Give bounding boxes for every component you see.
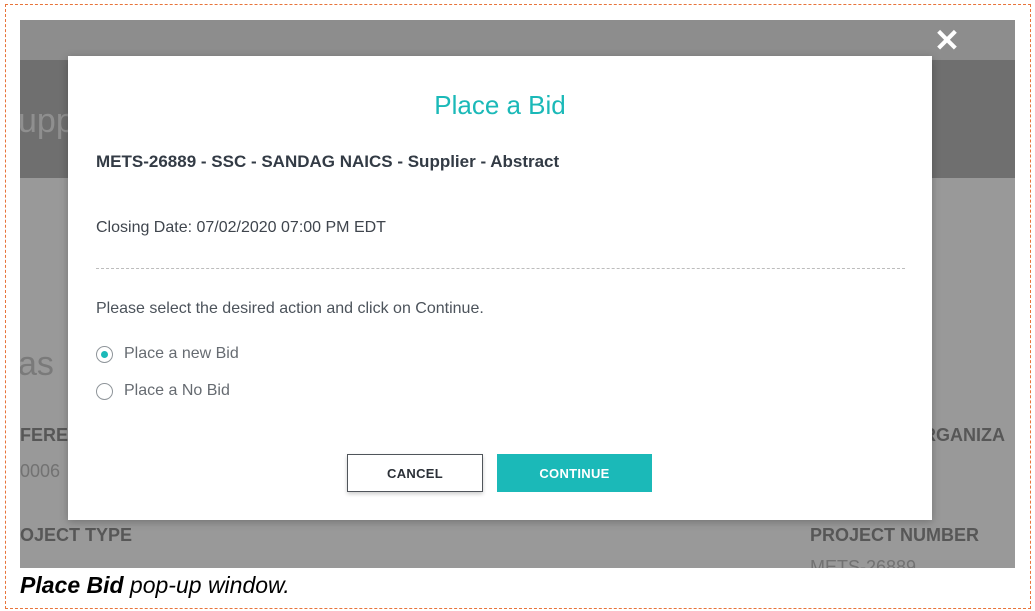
project-title: METS-26889 - SSC - SANDAG NAICS - Suppli…: [96, 152, 560, 171]
place-new-bid-label: Place a new Bid: [124, 345, 239, 362]
divider: [96, 268, 905, 269]
modal-title: Place a Bid: [434, 90, 566, 120]
background-project-number-label: PROJECT NUMBER: [810, 525, 980, 545]
continue-button[interactable]: CONTINUE: [497, 454, 652, 492]
radio-button-icon[interactable]: [96, 382, 113, 400]
background-section-heading: as: [20, 345, 54, 383]
background-project-number-value: METS-26889: [810, 557, 917, 568]
background-reference-value: 0006: [20, 461, 61, 481]
background-organization-label: RGANIZA: [923, 425, 1005, 445]
radio-button-icon[interactable]: [96, 345, 113, 363]
caption-bold-text: Place Bid: [20, 572, 124, 598]
caption-text: pop-up window.: [123, 572, 290, 598]
background-reference-label: FERE: [20, 425, 69, 445]
background-page-title: upp: [20, 102, 75, 140]
close-icon[interactable]: ✕: [933, 25, 961, 56]
background-project-type-label: OJECT TYPE: [20, 525, 133, 545]
cancel-button[interactable]: CANCEL: [347, 454, 483, 492]
instruction-text: Please select the desired action and cli…: [96, 300, 484, 317]
place-no-bid-option[interactable]: Place a No Bid: [96, 380, 230, 402]
closing-date: Closing Date: 07/02/2020 07:00 PM EDT: [96, 219, 386, 236]
application-screenshot: upp as FERE 0006 RGANIZA OJECT TYPE PROJ…: [20, 20, 1015, 568]
figure-caption: Place Bid pop-up window.: [20, 572, 290, 599]
place-bid-modal: Place a Bid METS-26889 - SSC - SANDAG NA…: [68, 56, 932, 520]
place-no-bid-label: Place a No Bid: [124, 382, 230, 399]
place-new-bid-option[interactable]: Place a new Bid: [96, 343, 239, 365]
